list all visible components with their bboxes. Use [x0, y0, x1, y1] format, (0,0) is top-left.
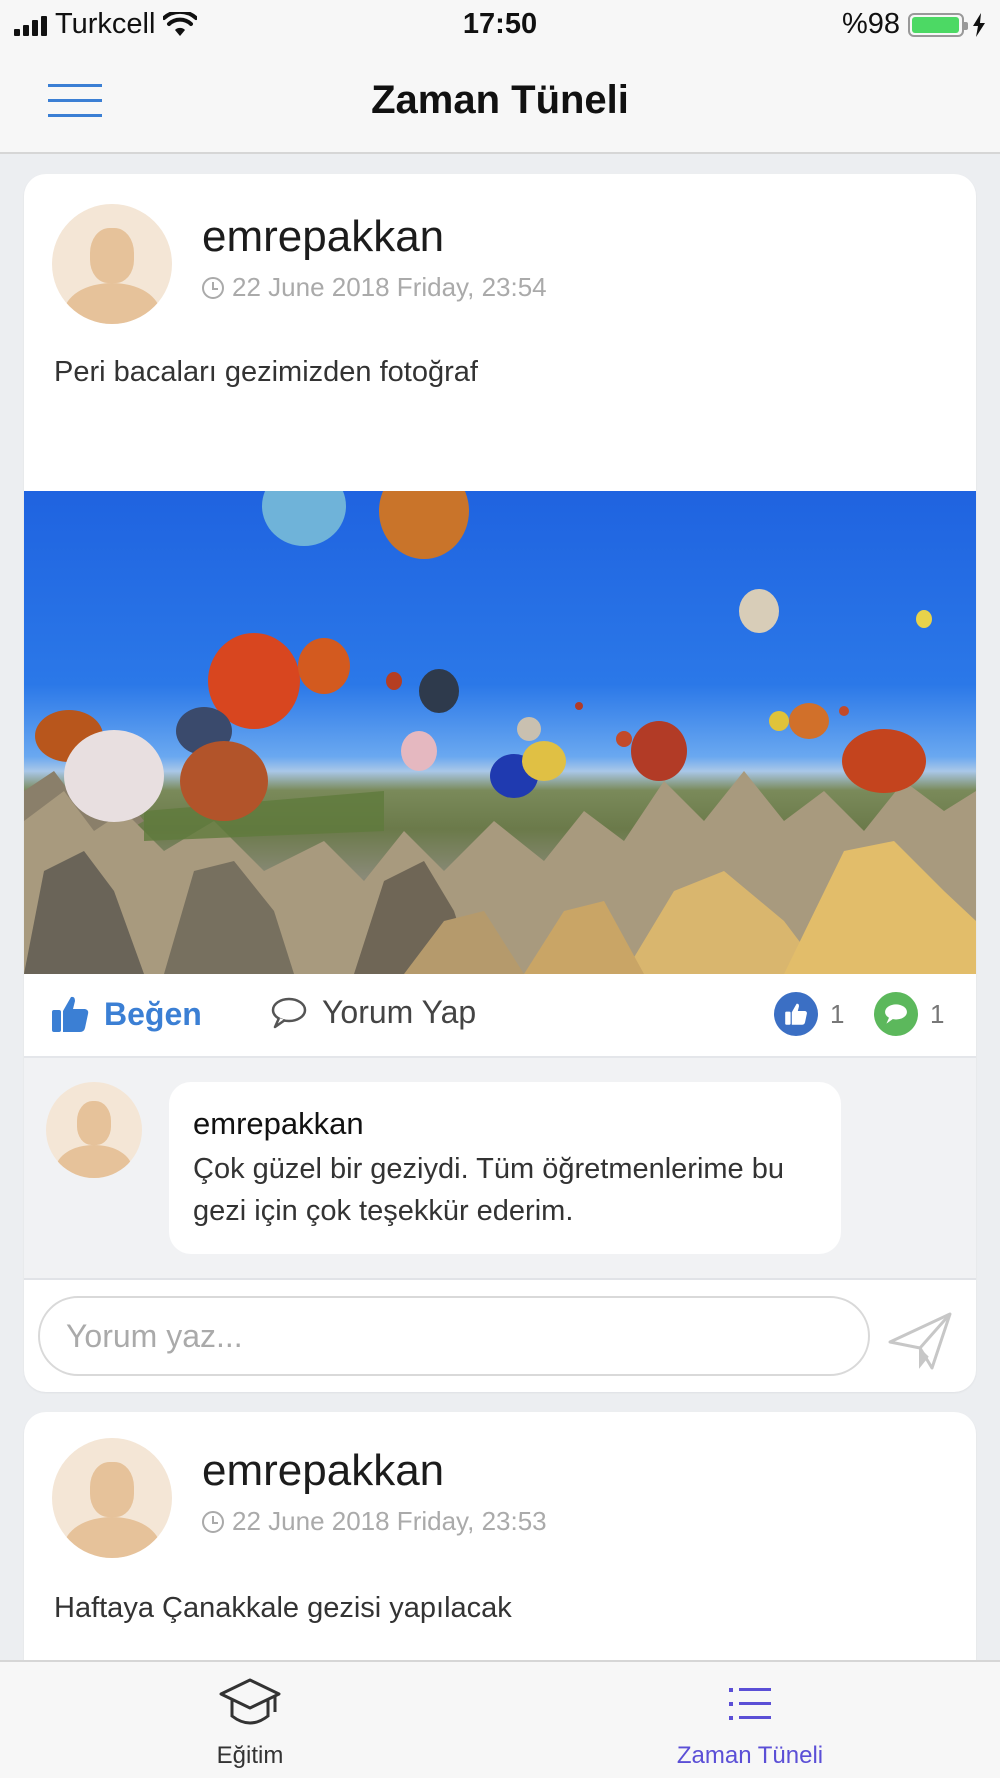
- tab-label-egitim: Eğitim: [216, 1742, 284, 1769]
- post-text: Peri bacaları gezimizden fotoğraf: [54, 356, 478, 388]
- comment-input[interactable]: [38, 1296, 870, 1376]
- post-username[interactable]: emrepakkan: [202, 212, 444, 262]
- comment-count-value: 1: [930, 998, 945, 1029]
- post-card: emrepakkan 22 June 2018 Friday, 23:53 Ha…: [24, 1412, 976, 1660]
- timeline-feed[interactable]: emrepakkan 22 June 2018 Friday, 23:54 Pe…: [0, 154, 1000, 1660]
- comment-button[interactable]: Yorum Yap: [270, 994, 476, 1031]
- hot-air-balloons-photo: [24, 491, 976, 974]
- page-title: Zaman Tüneli: [371, 78, 629, 122]
- like-count-icon: [774, 992, 818, 1036]
- send-icon: [888, 1312, 952, 1370]
- comment-label: Yorum Yap: [322, 994, 477, 1030]
- like-count-value: 1: [830, 998, 845, 1029]
- speech-bubble-icon: [271, 997, 307, 1028]
- thumbs-up-icon: [52, 996, 89, 1032]
- send-button[interactable]: [886, 1308, 954, 1374]
- comment-avatar[interactable]: [46, 1082, 142, 1178]
- charging-bolt-icon: [973, 12, 985, 37]
- clock-icon: [202, 1510, 224, 1533]
- post-timestamp-text: 22 June 2018 Friday, 23:54: [232, 272, 547, 302]
- tab-egitim[interactable]: Eğitim: [100, 1676, 400, 1770]
- list-icon: [729, 1688, 771, 1720]
- clock-icon: [202, 276, 224, 299]
- like-button[interactable]: Beğen: [50, 994, 202, 1034]
- post-timestamp: 22 June 2018 Friday, 23:53: [202, 1506, 547, 1537]
- avatar[interactable]: [52, 204, 172, 324]
- like-count: 1: [774, 992, 844, 1036]
- tab-zaman-tuneli[interactable]: Zaman Tüneli: [600, 1676, 900, 1770]
- comment-compose: [24, 1280, 976, 1392]
- post-action-bar: Beğen Yorum Yap 1 1: [24, 974, 976, 1058]
- like-label: Beğen: [104, 995, 202, 1032]
- comments-section: emrepakkan Çok güzel bir geziydi. Tüm öğ…: [24, 1058, 976, 1280]
- comment-text: Çok güzel bir geziydi. Tüm öğretmenlerim…: [193, 1153, 785, 1227]
- graduation-cap-icon: [219, 1678, 281, 1725]
- post-card: emrepakkan 22 June 2018 Friday, 23:54 Pe…: [24, 174, 976, 1392]
- post-timestamp: 22 June 2018 Friday, 23:54: [202, 272, 547, 303]
- post-photo[interactable]: [24, 491, 976, 974]
- battery-fill: [912, 16, 960, 33]
- top-navigation-bar: Zaman Tüneli: [0, 50, 1000, 154]
- avatar[interactable]: [52, 1438, 172, 1558]
- status-right: %98: [842, 8, 986, 41]
- comment-bubble: emrepakkan Çok güzel bir geziydi. Tüm öğ…: [169, 1082, 841, 1254]
- post-username[interactable]: emrepakkan: [202, 1446, 444, 1496]
- battery-icon: [908, 12, 968, 37]
- battery-percent: %98: [841, 8, 900, 40]
- bottom-tab-bar: Eğitim Zaman Tüneli: [0, 1660, 1000, 1778]
- status-bar: Turkcell 17:50 %98: [0, 0, 1000, 50]
- comment-count: 1: [874, 992, 944, 1036]
- post-timestamp-text: 22 June 2018 Friday, 23:53: [232, 1506, 547, 1536]
- comment-count-icon: [874, 992, 918, 1036]
- post-text: Haftaya Çanakkale gezisi yapılacak: [54, 1592, 512, 1624]
- tab-label-zaman-tuneli: Zaman Tüneli: [676, 1742, 824, 1769]
- comment-author[interactable]: emrepakkan: [193, 1106, 364, 1142]
